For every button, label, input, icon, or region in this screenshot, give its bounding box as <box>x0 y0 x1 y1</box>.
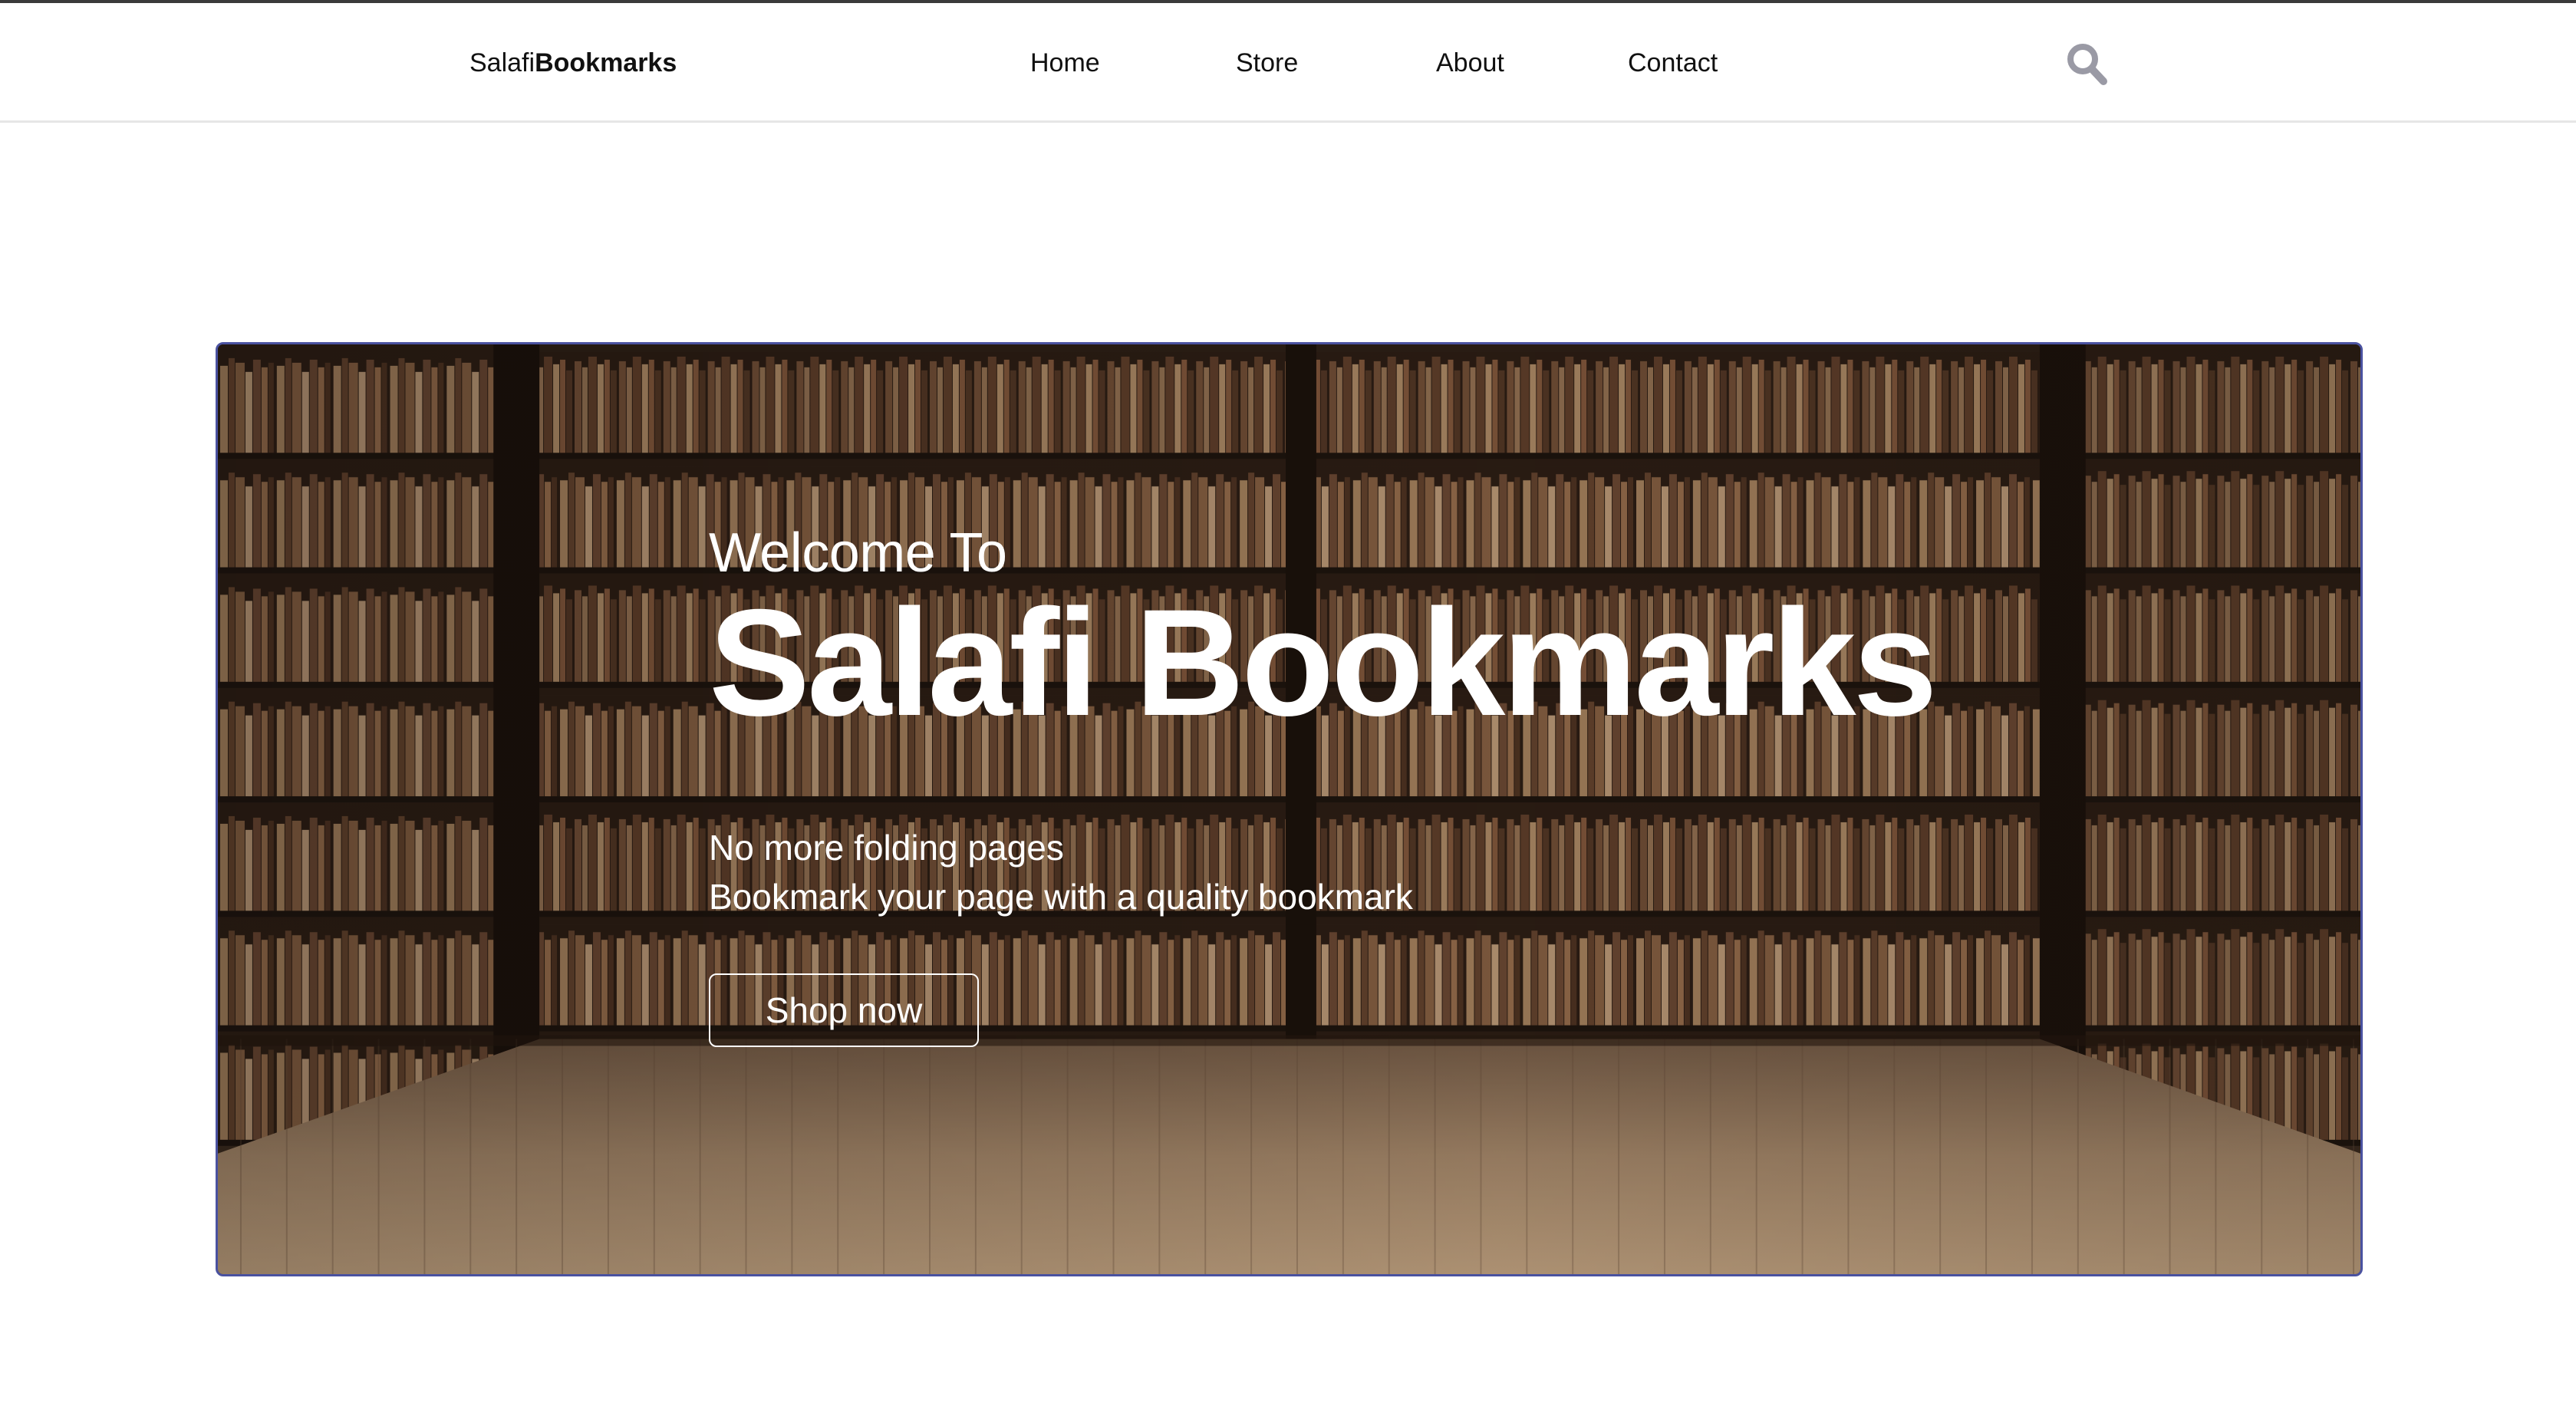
hero-banner: Welcome To Salafi Bookmarks No more fold… <box>216 342 2363 1276</box>
brand-text-part1: Salafi <box>469 48 535 77</box>
shop-now-button[interactable]: Shop now <box>709 973 979 1047</box>
brand-logo[interactable]: SalafiBookmarks <box>469 46 677 80</box>
search-icon[interactable] <box>2065 41 2108 86</box>
navbar: SalafiBookmarks Home Store About Contact <box>0 3 2576 123</box>
hero-title: Salafi Bookmarks <box>709 578 1938 747</box>
nav-contact[interactable]: Contact <box>1628 46 1718 80</box>
brand-text-part2: Bookmarks <box>535 48 677 77</box>
page: SalafiBookmarks Home Store About Contact <box>0 0 2576 1403</box>
tagline-line1: No more folding pages <box>709 828 1064 868</box>
hero-content: Welcome To Salafi Bookmarks No more fold… <box>709 521 2090 1047</box>
nav-store[interactable]: Store <box>1236 46 1298 80</box>
nav-home[interactable]: Home <box>1030 46 1100 80</box>
hero-tagline: No more folding pages Bookmark your page… <box>709 823 2090 921</box>
tagline-line2: Bookmark your page with a quality bookma… <box>709 877 1413 917</box>
hero-welcome: Welcome To <box>709 522 1007 584</box>
nav-about[interactable]: About <box>1436 46 1504 80</box>
